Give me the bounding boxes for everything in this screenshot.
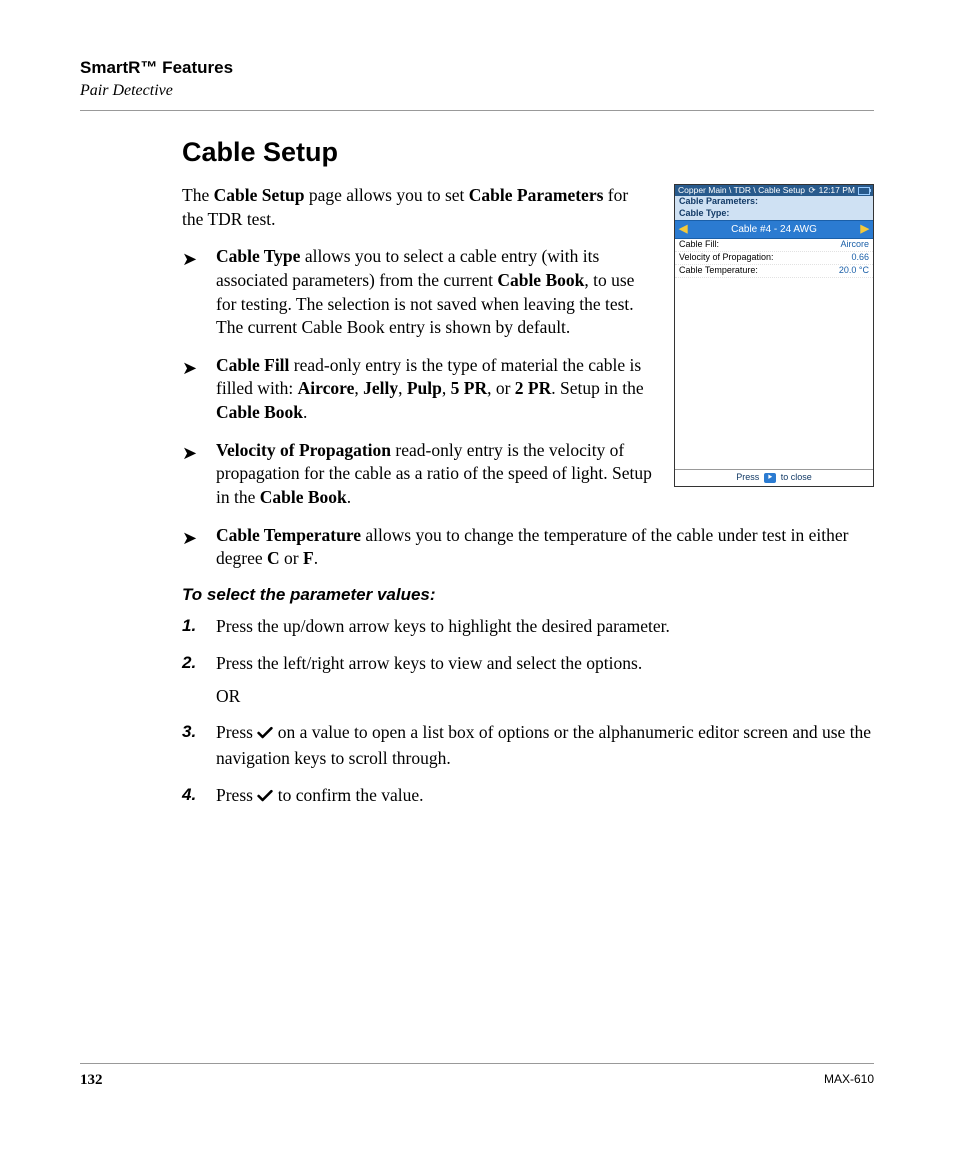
device-parameters-area: Cable Fill:Aircore Velocity of Propagati… <box>675 239 873 469</box>
device-selected-cable: Cable #4 - 24 AWG <box>731 224 817 235</box>
bullet-vop: Velocity of Propagation read-only entry … <box>182 439 652 510</box>
step-or: OR <box>216 686 874 707</box>
bullet-cable-fill: Cable Fill read-only entry is the type o… <box>182 354 652 425</box>
device-sync-icon: ⟳ <box>808 186 815 195</box>
running-header-title: SmartR™ Features <box>80 58 874 78</box>
bullet-cable-temperature: Cable Temperature allows you to change t… <box>182 524 874 571</box>
intro-paragraph: The Cable Setup page allows you to set C… <box>182 184 652 231</box>
footer-rule <box>80 1063 874 1064</box>
chevron-left-icon[interactable]: ◀ <box>679 223 687 235</box>
device-footer-hint: Press ⯈ to close <box>675 469 873 486</box>
device-breadcrumb: Copper Main \ TDR \ Cable Setup <box>678 186 805 195</box>
device-row-vop: Velocity of Propagation:0.66 <box>675 252 873 265</box>
check-icon <box>257 723 273 747</box>
device-time: 12:17 PM <box>819 186 855 195</box>
bullet-cable-type: Cable Type allows you to select a cable … <box>182 245 652 340</box>
section-heading: Cable Setup <box>182 137 874 168</box>
running-header-subtitle: Pair Detective <box>80 82 874 100</box>
device-row-temp: Cable Temperature:20.0 °C <box>675 265 873 278</box>
instructions-heading: To select the parameter values: <box>182 585 874 605</box>
step-4: 4. Press to confirm the value. <box>182 784 874 810</box>
device-screenshot: Copper Main \ TDR \ Cable Setup ⟳ 12:17 … <box>674 184 874 487</box>
header-rule <box>80 110 874 111</box>
device-section-label-2: Cable Type: <box>675 208 873 220</box>
device-status-bar: Copper Main \ TDR \ Cable Setup ⟳ 12:17 … <box>675 185 873 196</box>
step-1: 1. Press the up/down arrow keys to highl… <box>182 615 874 639</box>
footer-model: MAX-610 <box>824 1072 874 1089</box>
device-section-label-1: Cable Parameters: <box>675 196 873 208</box>
device-cable-type-selector[interactable]: ◀ Cable #4 - 24 AWG ▶ <box>675 220 873 239</box>
chevron-right-icon[interactable]: ▶ <box>861 223 869 235</box>
page-number: 132 <box>80 1072 103 1089</box>
check-icon <box>257 786 273 810</box>
step-2: 2. Press the left/right arrow keys to vi… <box>182 652 874 676</box>
device-battery-icon <box>858 187 870 195</box>
device-key-icon: ⯈ <box>764 473 776 483</box>
device-row-cable-fill: Cable Fill:Aircore <box>675 239 873 252</box>
step-3: 3. Press on a value to open a list box o… <box>182 721 874 770</box>
